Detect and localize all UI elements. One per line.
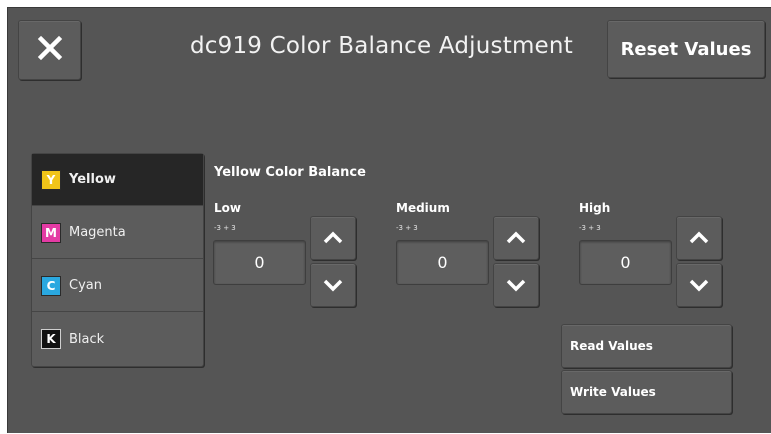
section-title: Yellow Color Balance xyxy=(214,165,366,180)
high-decrease-button[interactable] xyxy=(676,263,722,307)
color-item-black[interactable]: K Black xyxy=(32,313,203,365)
chevron-down-icon xyxy=(688,278,710,292)
color-item-label: Black xyxy=(69,331,105,347)
black-swatch-icon: K xyxy=(41,329,61,349)
close-icon xyxy=(37,35,63,65)
low-value-field[interactable]: 0 xyxy=(213,240,306,285)
low-decrease-button[interactable] xyxy=(310,263,356,307)
write-values-button[interactable]: Write Values xyxy=(561,370,732,414)
color-item-yellow[interactable]: Y Yellow xyxy=(32,154,203,206)
chevron-down-icon xyxy=(322,278,344,292)
read-values-button[interactable]: Read Values xyxy=(561,324,732,368)
color-item-label: Yellow xyxy=(69,172,116,187)
chevron-down-icon xyxy=(505,278,527,292)
color-item-magenta[interactable]: M Magenta xyxy=(32,207,203,259)
magenta-swatch-icon: M xyxy=(41,222,61,243)
reset-values-button[interactable]: Reset Values xyxy=(607,20,765,78)
color-item-cyan[interactable]: C Cyan xyxy=(32,260,203,312)
medium-range-label: -3 + 3 xyxy=(396,224,418,232)
low-increase-button[interactable] xyxy=(310,216,356,260)
chevron-up-icon xyxy=(688,231,710,245)
cyan-swatch-icon: C xyxy=(41,275,61,296)
medium-label: Medium xyxy=(396,201,450,215)
color-item-label: Magenta xyxy=(69,225,126,240)
low-range-label: -3 + 3 xyxy=(214,224,236,232)
close-button[interactable] xyxy=(18,20,81,80)
medium-decrease-button[interactable] xyxy=(493,263,539,307)
high-label: High xyxy=(579,201,611,215)
color-item-label: Cyan xyxy=(69,278,102,293)
yellow-swatch-icon: Y xyxy=(41,169,61,190)
chevron-up-icon xyxy=(322,231,344,245)
color-list: Y Yellow M Magenta C Cyan K Black xyxy=(31,153,204,367)
medium-increase-button[interactable] xyxy=(493,216,539,260)
chevron-up-icon xyxy=(505,231,527,245)
page-title: dc919 Color Balance Adjustment xyxy=(190,33,573,59)
high-range-label: -3 + 3 xyxy=(579,224,601,232)
high-increase-button[interactable] xyxy=(676,216,722,260)
medium-value-field[interactable]: 0 xyxy=(396,240,489,285)
high-value-field[interactable]: 0 xyxy=(579,240,672,285)
low-label: Low xyxy=(214,201,241,215)
